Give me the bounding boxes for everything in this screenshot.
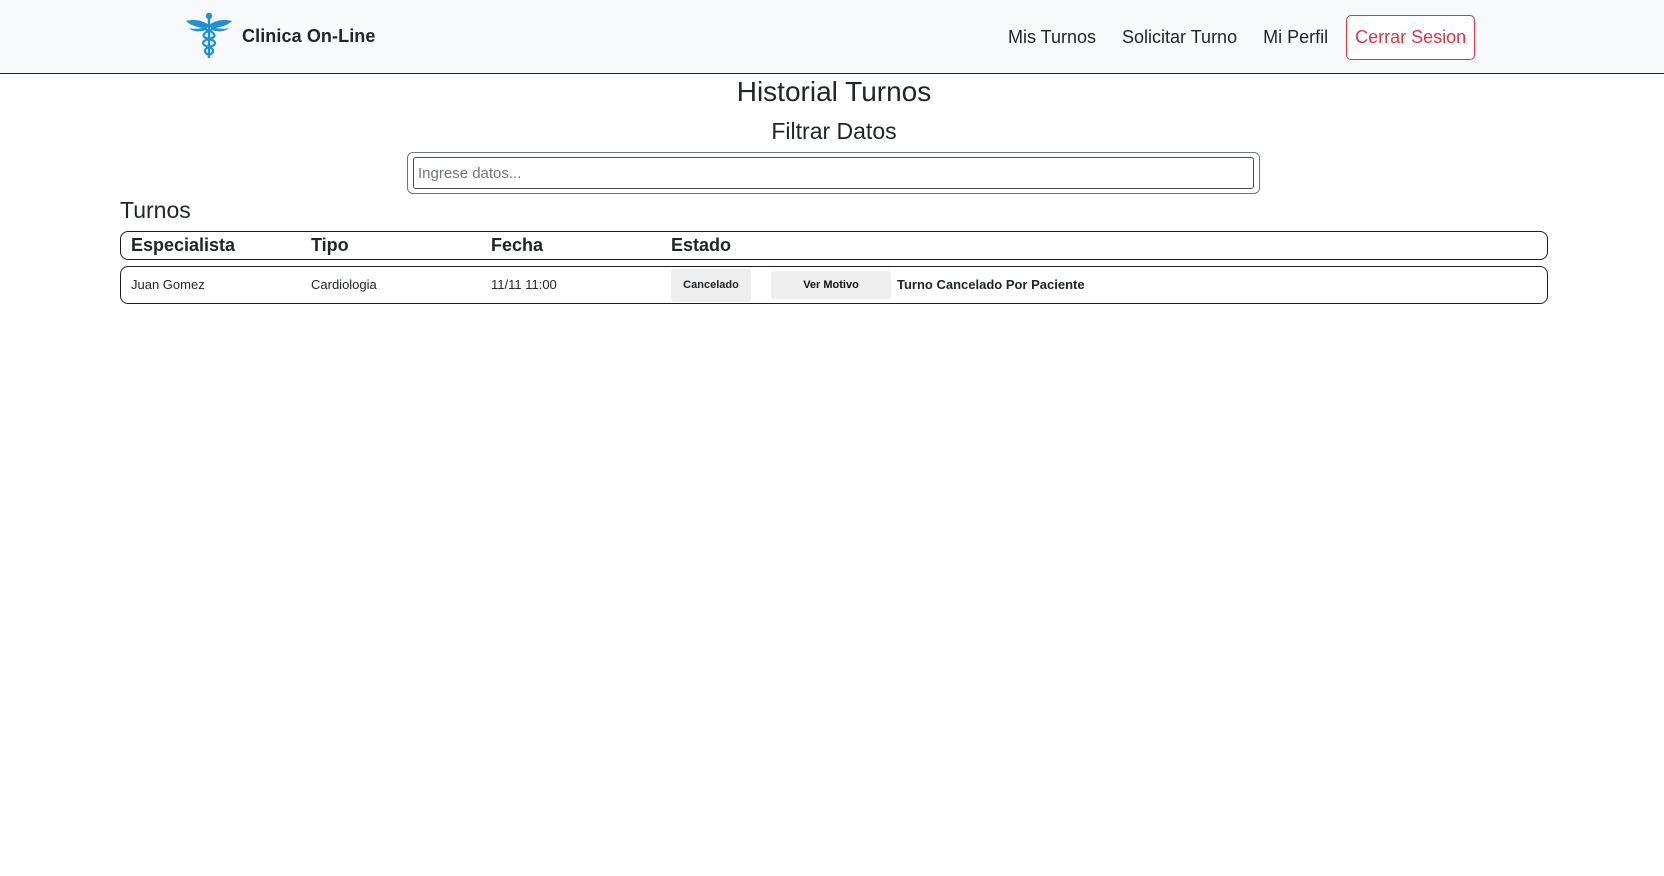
brand-name: Clinica On-Line [242,25,376,46]
cell-especialista: Juan Gomez [131,277,205,292]
cancel-reason-text: Turno Cancelado Por Paciente [897,277,1085,292]
cell-fecha: 11/11 11:00 [491,277,557,292]
table-row: Juan Gomez Cardiologia 11/11 11:00 Cance… [120,266,1548,304]
page-title: Historial Turnos [736,76,932,107]
brand-link[interactable]: Clinica On-Line [184,11,376,61]
search-input[interactable] [413,157,1254,189]
filter-title: Filtrar Datos [771,118,897,144]
search-container [407,152,1260,194]
column-header-estado: Estado [671,235,732,255]
turnos-section-title: Turnos [120,197,191,223]
turnos-table-header: Especialista Tipo Fecha Estado [120,231,1548,260]
top-navbar: Clinica On-Line Mis Turnos Solicitar Tur… [0,0,1664,74]
nav-links: Mis Turnos Solicitar Turno Mi Perfil Cer… [1008,14,1476,60]
nav-solicitar-turno[interactable]: Solicitar Turno [1122,27,1237,48]
caduceus-icon [186,12,232,58]
ver-motivo-button[interactable]: Ver Motivo [771,271,891,299]
nav-mis-turnos[interactable]: Mis Turnos [1008,27,1096,48]
logout-button[interactable]: Cerrar Sesion [1346,14,1476,60]
status-badge: Cancelado [671,269,751,302]
column-header-fecha: Fecha [491,235,544,255]
column-header-especialista: Especialista [131,235,236,255]
nav-mi-perfil[interactable]: Mi Perfil [1263,27,1328,48]
column-header-tipo: Tipo [311,235,349,255]
cell-tipo: Cardiologia [311,277,377,292]
